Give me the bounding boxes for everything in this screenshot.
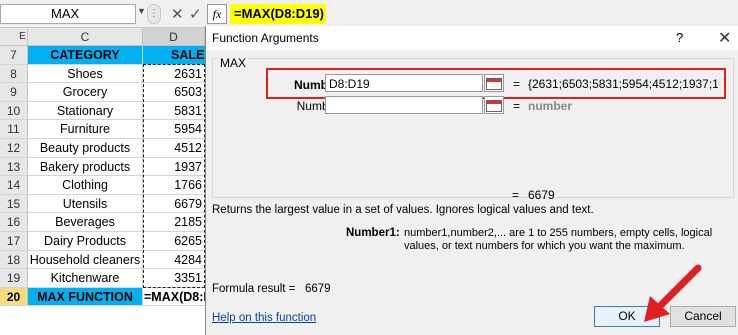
- function-name: MAX: [218, 56, 249, 70]
- category-cell[interactable]: Dairy Products: [28, 232, 143, 251]
- function-result-value: 6679: [528, 188, 555, 202]
- category-cell[interactable]: Grocery: [28, 83, 143, 102]
- category-cell[interactable]: Clothing: [28, 176, 143, 195]
- enter-entry-icon[interactable]: ✓: [189, 5, 202, 23]
- number1-highlight-box: [266, 68, 726, 99]
- formula-result: Formula result = 6679: [212, 283, 331, 295]
- column-header-d[interactable]: D: [143, 28, 205, 46]
- formula-bar-splitter-icon[interactable]: ⋮: [147, 4, 161, 24]
- function-description: Returns the largest value in a set of va…: [212, 204, 594, 216]
- number2-range-picker-icon[interactable]: [484, 96, 504, 114]
- annotation-arrow-icon: [644, 264, 702, 322]
- max-formula-cell[interactable]: =MAX(D8:D: [143, 288, 205, 307]
- row-header[interactable]: 10: [0, 101, 28, 121]
- formula-input[interactable]: =MAX(D8:D19): [230, 4, 326, 24]
- dialog-title: Function Arguments: [212, 31, 319, 45]
- category-cell[interactable]: Stationary: [28, 101, 143, 121]
- row-header[interactable]: 12: [0, 139, 28, 158]
- category-cell[interactable]: Furniture: [28, 120, 143, 139]
- row-header[interactable]: 7: [0, 46, 28, 65]
- row-header[interactable]: 18: [0, 250, 28, 270]
- row-header[interactable]: 14: [0, 176, 28, 195]
- function-result-equals: =: [512, 188, 520, 202]
- row-header[interactable]: 8: [0, 64, 28, 84]
- category-header-cell[interactable]: CATEGORY: [28, 46, 143, 65]
- selection-marquee: [143, 64, 205, 288]
- category-cell[interactable]: Beauty products: [28, 139, 143, 158]
- category-cell[interactable]: Household cleaners: [28, 250, 143, 270]
- number2-equals: =: [513, 99, 521, 113]
- name-box-dropdown-icon[interactable]: ▼: [137, 6, 146, 16]
- column-header-e[interactable]: E: [18, 28, 28, 46]
- category-cell[interactable]: Utensils: [28, 194, 143, 214]
- row-header[interactable]: 11: [0, 120, 28, 139]
- number2-evaluated-value: number: [528, 99, 573, 113]
- category-cell[interactable]: Shoes: [28, 64, 143, 84]
- category-cell[interactable]: Beverages: [28, 213, 143, 232]
- category-cell[interactable]: Bakery products: [28, 157, 143, 177]
- row-header[interactable]: 17: [0, 232, 28, 251]
- max-function-label-cell[interactable]: MAX FUNCTION: [28, 287, 143, 307]
- row-header[interactable]: 16: [0, 213, 28, 232]
- insert-function-icon[interactable]: fx: [207, 4, 227, 24]
- argument-description-text: number1,number2,... are 1 to 255 numbers…: [404, 227, 713, 252]
- number2-input[interactable]: [325, 96, 483, 114]
- close-icon[interactable]: ✕: [718, 28, 731, 48]
- row-header[interactable]: 9: [0, 83, 28, 102]
- formula-result-label: Formula result =: [212, 283, 296, 295]
- help-icon[interactable]: ?: [676, 30, 683, 45]
- function-arguments-dialog: Function Arguments ? ✕ MAX Number1 D8:D1…: [205, 26, 738, 335]
- sales-header-cell[interactable]: SALES: [143, 46, 213, 65]
- column-header-c[interactable]: C: [28, 28, 143, 46]
- cancel-entry-icon[interactable]: ✕: [171, 5, 184, 23]
- row-header[interactable]: 19: [0, 269, 28, 288]
- row-header[interactable]: 20: [0, 287, 28, 307]
- row-header[interactable]: 15: [0, 194, 28, 214]
- argument-description-label: Number1:: [346, 227, 400, 239]
- category-cell[interactable]: Kitchenware: [28, 269, 143, 288]
- name-box[interactable]: MAX: [0, 4, 136, 24]
- row-header[interactable]: 13: [0, 157, 28, 177]
- formula-result-value: 6679: [305, 283, 331, 295]
- help-on-function-link[interactable]: Help on this function: [212, 312, 316, 324]
